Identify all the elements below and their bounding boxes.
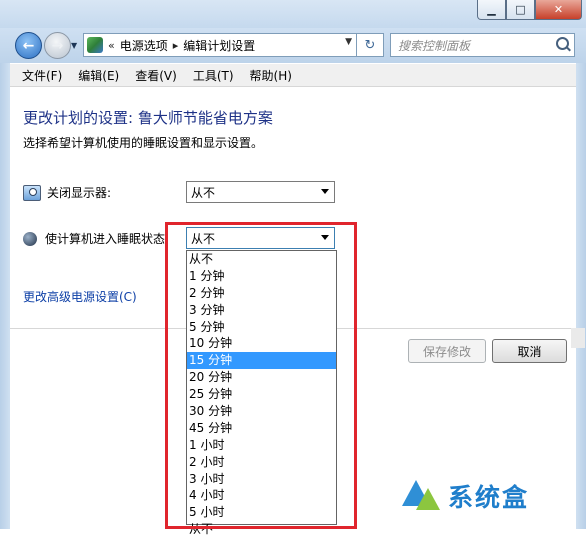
watermark: 系统盒 (400, 468, 580, 524)
monitor-icon (23, 184, 41, 201)
menu-edit[interactable]: 编辑(E) (78, 67, 119, 84)
minimize-button[interactable]: ▁ (477, 0, 506, 20)
scrollbar[interactable] (571, 328, 585, 348)
refresh-button[interactable]: ↻ (356, 33, 384, 57)
navigation-bar: ← → ▼ « 电源选项 ▸ 编辑计划设置 ▼ ↻ 搜索控制面板 (0, 28, 586, 63)
sleep-label: 使计算机进入睡眠状态: (45, 232, 170, 246)
window-controls: ▁ □ ✕ (477, 0, 582, 20)
cancel-button[interactable]: 取消 (492, 339, 567, 363)
window-frame-left (0, 63, 10, 529)
page-title: 更改计划的设置: 鲁大师节能省电方案 (23, 109, 273, 127)
back-button[interactable]: ← (15, 32, 42, 59)
search-input[interactable]: 搜索控制面板 (390, 33, 575, 57)
recent-pages-dropdown-icon[interactable]: ▼ (71, 41, 77, 50)
menu-view[interactable]: 查看(V) (135, 67, 177, 84)
search-icon[interactable] (556, 37, 569, 50)
address-bar[interactable]: « 电源选项 ▸ 编辑计划设置 ▼ (83, 33, 357, 57)
search-placeholder: 搜索控制面板 (398, 38, 471, 53)
chevron-down-icon (321, 189, 329, 194)
maximize-button[interactable]: □ (506, 0, 535, 20)
forward-button[interactable]: → (44, 32, 71, 59)
breadcrumb-overflow[interactable]: « (108, 39, 115, 52)
page-subtitle: 选择希望计算机使用的睡眠设置和显示设置。 (23, 136, 264, 150)
title-bar: ▁ □ ✕ (0, 0, 586, 28)
moon-icon (23, 231, 37, 246)
breadcrumb-power-options[interactable]: 电源选项 (120, 37, 168, 54)
advanced-power-settings-link[interactable]: 更改高级电源设置(C) (23, 288, 137, 305)
menu-tools[interactable]: 工具(T) (193, 67, 234, 84)
watermark-logo-icon (400, 476, 444, 516)
display-off-select[interactable]: 从不 (186, 181, 335, 203)
watermark-text: 系统盒 (448, 483, 530, 512)
display-off-row: 关闭显示器: (23, 184, 111, 201)
control-panel-icon (87, 37, 103, 53)
sleep-row: 使计算机进入睡眠状态: (23, 230, 169, 247)
annotation-highlight-box (165, 222, 357, 529)
save-changes-button[interactable]: 保存修改 (408, 339, 486, 363)
menu-help[interactable]: 帮助(H) (250, 67, 292, 84)
menu-bar: 文件(F) 编辑(E) 查看(V) 工具(T) 帮助(H) (10, 64, 576, 87)
breadcrumb-edit-plan[interactable]: 编辑计划设置 (183, 37, 255, 54)
breadcrumb-arrow-icon[interactable]: ▸ (173, 39, 179, 52)
menu-file[interactable]: 文件(F) (22, 67, 62, 84)
display-off-value: 从不 (191, 185, 216, 200)
close-button[interactable]: ✕ (535, 0, 582, 20)
display-off-label: 关闭显示器: (47, 186, 112, 200)
address-dropdown-icon[interactable]: ▼ (345, 37, 352, 47)
window-frame-right (576, 63, 586, 529)
